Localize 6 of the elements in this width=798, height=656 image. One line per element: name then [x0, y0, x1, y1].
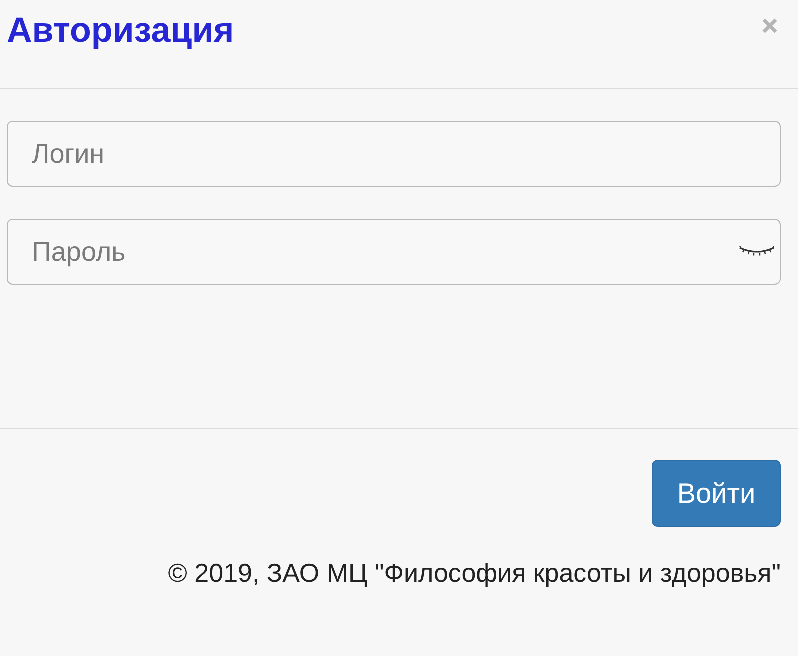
- login-field[interactable]: Логин: [7, 121, 781, 187]
- closed-eye-icon[interactable]: [739, 246, 775, 258]
- copyright-text: © 2019, ЗАО МЦ "Философия красоты и здоровья": [168, 558, 781, 588]
- password-field[interactable]: Пароль: [7, 219, 781, 285]
- login-button[interactable]: Войти: [652, 460, 781, 527]
- dialog-title: Авторизация: [7, 10, 234, 52]
